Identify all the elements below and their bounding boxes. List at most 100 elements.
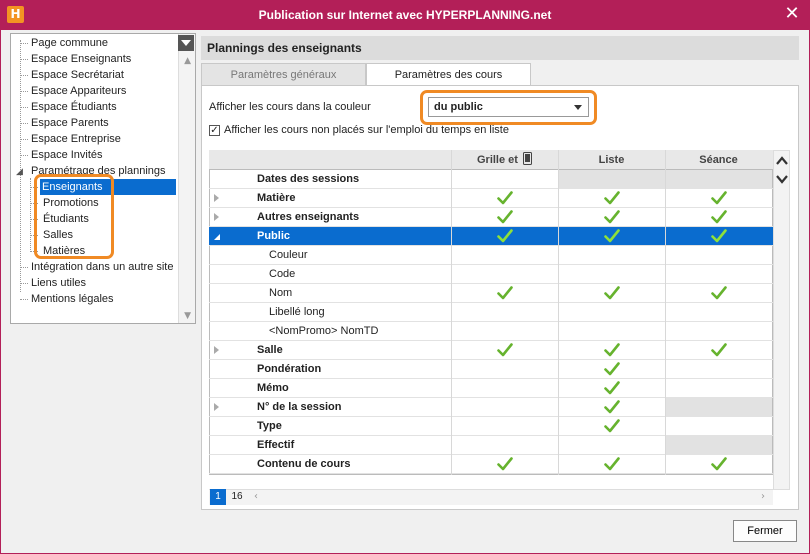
table-row[interactable]: Effectif <box>209 436 773 455</box>
chevron-down-icon[interactable]: ▼ <box>184 311 191 321</box>
row-label: Effectif <box>257 439 295 451</box>
tree-item-espace-parents[interactable]: Espace Parents <box>31 115 109 131</box>
chevron-right-icon[interactable]: › <box>761 491 765 502</box>
expand-icon[interactable] <box>214 194 219 202</box>
checkmark-icon[interactable] <box>604 381 620 395</box>
row-label: Contenu de cours <box>257 458 351 470</box>
tree-item-mentions-legales[interactable]: Mentions légales <box>31 291 114 307</box>
table-row[interactable]: N° de la session <box>209 398 773 417</box>
window-title: Publication sur Internet avec HYPERPLANN… <box>258 8 552 22</box>
page-current[interactable]: 1 <box>210 489 226 505</box>
unplaced-checkbox[interactable]: ✓ <box>209 125 220 136</box>
checkmark-icon[interactable] <box>711 191 727 205</box>
checkmark-icon[interactable] <box>497 229 513 243</box>
disabled-cell <box>559 170 665 188</box>
tree-expanded-icon[interactable]: ◢ <box>16 163 23 179</box>
grid-divider <box>451 150 452 475</box>
checkmark-icon[interactable] <box>497 191 513 205</box>
tree-scrollbar[interactable]: ▲ ▼ <box>178 34 195 323</box>
tree-item-espace-entreprise[interactable]: Espace Entreprise <box>31 131 121 147</box>
tree-item-page-commune[interactable]: Page commune <box>31 35 108 51</box>
table-row[interactable]: <NomPromo> NomTD <box>209 322 773 341</box>
checkmark-icon[interactable] <box>497 286 513 300</box>
grid-hscrollbar[interactable]: ‹ › <box>209 489 773 505</box>
table-row[interactable]: Mémo <box>209 379 773 398</box>
checkmark-icon[interactable] <box>604 457 620 471</box>
checkmark-icon[interactable] <box>711 457 727 471</box>
checkmark-icon[interactable] <box>604 210 620 224</box>
table-row[interactable]: Autres enseignants <box>209 208 773 227</box>
chevron-down-icon[interactable] <box>774 171 790 187</box>
table-row[interactable]: Salle <box>209 341 773 360</box>
tree-item-liens-utiles[interactable]: Liens utiles <box>31 275 86 291</box>
checkmark-icon[interactable] <box>711 210 727 224</box>
row-label: Pondération <box>257 363 322 375</box>
title-bar: H Publication sur Internet avec HYPERPLA… <box>0 0 810 30</box>
checkmark-icon[interactable] <box>604 400 620 414</box>
tree-guide <box>20 283 28 284</box>
table-row[interactable]: Type <box>209 417 773 436</box>
checkmark-icon[interactable] <box>604 191 620 205</box>
checkmark-icon[interactable] <box>711 229 727 243</box>
panel-title: Plannings des enseignants <box>201 36 799 60</box>
grid-scrollbar[interactable] <box>773 150 790 490</box>
row-label: Matière <box>257 192 296 204</box>
close-button[interactable]: Fermer <box>733 520 797 542</box>
expand-icon[interactable] <box>214 403 219 411</box>
unplaced-label: Afficher les cours non placés sur l'empl… <box>224 124 509 136</box>
checkmark-icon[interactable] <box>497 343 513 357</box>
col-seance[interactable]: Séance <box>665 150 772 170</box>
color-label: Afficher les cours dans la couleur <box>209 101 371 113</box>
table-row[interactable]: Couleur <box>209 246 773 265</box>
tree-item-espace-invites[interactable]: Espace Invités <box>31 147 103 163</box>
col-grille-label: Grille et <box>476 154 518 166</box>
table-row[interactable]: Libellé long <box>209 303 773 322</box>
tab-parametres-generaux[interactable]: Paramètres généraux <box>201 63 366 85</box>
row-label: Dates des sessions <box>257 173 360 185</box>
col-liste[interactable]: Liste <box>558 150 665 170</box>
tree-guide <box>20 75 28 76</box>
checkmark-icon[interactable] <box>711 286 727 300</box>
checkmark-icon[interactable] <box>497 457 513 471</box>
tab-parametres-cours[interactable]: Paramètres des cours <box>366 63 531 86</box>
checkmark-icon[interactable] <box>711 343 727 357</box>
expanded-icon[interactable] <box>214 234 220 240</box>
table-row[interactable]: Pondération <box>209 360 773 379</box>
tree-dropdown-button[interactable] <box>178 35 194 51</box>
table-row[interactable]: Dates des sessions <box>209 170 773 189</box>
expand-icon[interactable] <box>214 346 219 354</box>
row-label: Type <box>257 420 282 432</box>
checkmark-icon[interactable] <box>604 343 620 357</box>
close-icon[interactable]: ✕ <box>782 4 802 24</box>
grid-divider <box>558 150 559 475</box>
table-row[interactable]: Matière <box>209 189 773 208</box>
checkmark-icon[interactable] <box>497 210 513 224</box>
table-row[interactable]: Nom <box>209 284 773 303</box>
row-label: Autres enseignants <box>257 211 360 223</box>
table-row[interactable]: Public <box>209 227 773 246</box>
checkmark-icon[interactable] <box>604 286 620 300</box>
chevron-up-icon[interactable]: ▲ <box>184 56 191 66</box>
checkmark-icon[interactable] <box>604 362 620 376</box>
tree-item-integration[interactable]: Intégration dans un autre site <box>31 259 173 275</box>
tree-guide <box>20 155 28 156</box>
tree-item-espace-secretariat[interactable]: Espace Secrétariat <box>31 67 124 83</box>
row-label: Code <box>269 268 296 280</box>
chevron-left-icon[interactable]: ‹ <box>254 491 258 502</box>
checkmark-icon[interactable] <box>604 229 620 243</box>
disabled-cell <box>666 436 772 454</box>
chevron-up-icon[interactable] <box>774 153 790 169</box>
checkmark-icon[interactable] <box>604 419 620 433</box>
tree-item-espace-etudiants[interactable]: Espace Étudiants <box>31 99 117 115</box>
row-label: Libellé long <box>269 306 325 318</box>
table-row[interactable]: Contenu de cours <box>209 455 773 474</box>
expand-icon[interactable] <box>214 213 219 221</box>
tree-item-espace-appariteurs[interactable]: Espace Appariteurs <box>31 83 126 99</box>
tree-item-espace-enseignants[interactable]: Espace Enseignants <box>31 51 131 67</box>
tree-guide <box>20 139 28 140</box>
col-grille[interactable]: Grille et <box>451 150 558 170</box>
row-label: <NomPromo> NomTD <box>269 325 379 337</box>
disabled-cell <box>666 398 772 416</box>
table-row[interactable]: Code <box>209 265 773 284</box>
row-label: Salle <box>257 344 283 356</box>
